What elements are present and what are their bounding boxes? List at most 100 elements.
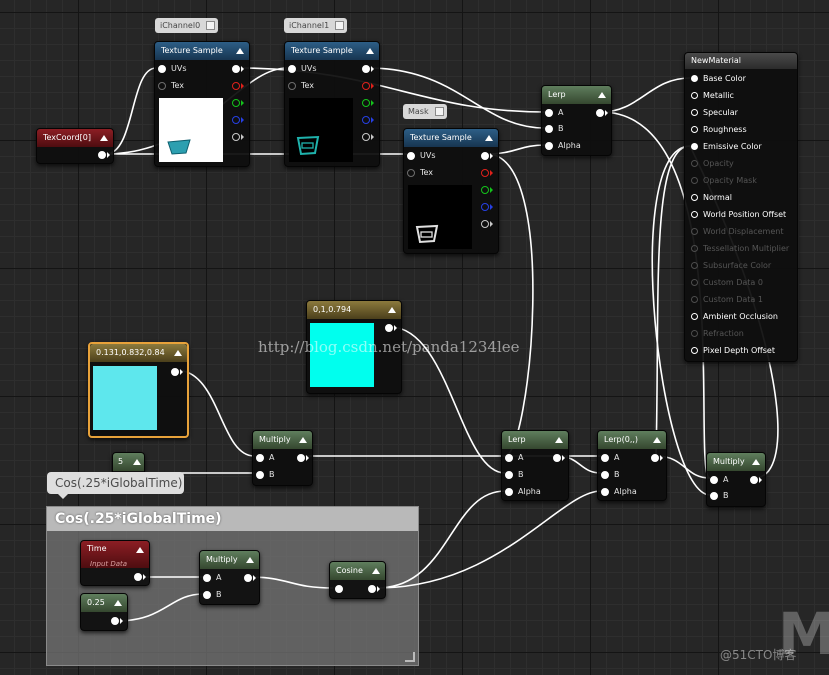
a-output-pin[interactable]: [362, 133, 370, 141]
input-pin-icon[interactable]: [601, 471, 609, 479]
collapse-arrow-icon[interactable]: [752, 459, 760, 465]
constant3-light-output-pin[interactable]: [171, 368, 179, 376]
input-pin-icon[interactable]: [505, 471, 513, 479]
tag-edit-icon[interactable]: [335, 21, 345, 30]
a-output-pin[interactable]: [232, 133, 240, 141]
input-pin-icon[interactable]: [691, 228, 698, 235]
comment-group-title[interactable]: Cos(.25*iGlobalTime): [47, 507, 418, 531]
texture-sample-1-header[interactable]: Texture Sample: [155, 42, 249, 60]
g-output-pin[interactable]: [232, 99, 240, 107]
input-pin-icon[interactable]: [691, 245, 698, 252]
multiply-1-header[interactable]: Multiply: [253, 431, 312, 449]
input-pin-icon[interactable]: [256, 454, 264, 462]
cosine-node[interactable]: Cosine: [329, 561, 386, 599]
collapse-arrow-icon[interactable]: [366, 48, 374, 54]
input-pin-icon[interactable]: [691, 92, 698, 99]
material-result-node[interactable]: NewMaterial Base Color Metallic Specular Ro…: [684, 52, 798, 362]
input-pin-icon[interactable]: [545, 142, 553, 150]
lerp-top-header[interactable]: Lerp: [542, 86, 611, 104]
constant3-cyan-header[interactable]: 0,1,0.794: [307, 301, 401, 319]
input-pin-icon[interactable]: [288, 82, 296, 90]
texture-sample-3-header[interactable]: Texture Sample: [404, 129, 498, 147]
input-pin-icon[interactable]: [601, 488, 609, 496]
constant3-light-node[interactable]: 0.131,0.832,0.84: [88, 342, 189, 438]
time-output-pin[interactable]: [134, 573, 142, 581]
input-pin-icon[interactable]: [601, 454, 609, 462]
lerp-0-header[interactable]: Lerp(0,,): [598, 431, 666, 449]
collapse-arrow-icon[interactable]: [174, 350, 182, 356]
multiply-1-output-pin[interactable]: [297, 454, 305, 462]
r-output-pin[interactable]: [362, 82, 370, 90]
ichannel0-tag[interactable]: iChannel0: [155, 18, 219, 33]
tag-edit-icon[interactable]: [434, 107, 444, 116]
b-output-pin[interactable]: [232, 116, 240, 124]
multiply-node-final[interactable]: Multiply A B: [706, 452, 766, 507]
texture-sample-node-3[interactable]: Texture Sample UVs Tex: [403, 128, 499, 254]
multiply-node-1[interactable]: Multiply A B: [252, 430, 313, 486]
collapse-arrow-icon[interactable]: [388, 307, 396, 313]
multiply-time-output-pin[interactable]: [244, 574, 252, 582]
collapse-arrow-icon[interactable]: [653, 437, 661, 443]
input-pin-icon[interactable]: [710, 476, 718, 484]
collapse-arrow-icon[interactable]: [236, 48, 244, 54]
collapse-arrow-icon[interactable]: [114, 600, 122, 606]
input-pin-icon[interactable]: [158, 82, 166, 90]
cosine-input-pin[interactable]: [335, 585, 343, 593]
input-pin-icon[interactable]: [691, 211, 698, 218]
multiply-final-output-pin[interactable]: [750, 476, 758, 484]
lerp-node-mid[interactable]: Lerp A B Alpha: [501, 430, 569, 501]
input-pin-icon[interactable]: [691, 313, 698, 320]
input-pin-icon[interactable]: [407, 169, 415, 177]
input-pin-icon[interactable]: [505, 454, 513, 462]
time-node[interactable]: Time Input Data: [80, 540, 150, 586]
resize-handle-icon[interactable]: [405, 652, 415, 662]
input-pin-icon[interactable]: [691, 279, 698, 286]
texcoord-output-pin[interactable]: [98, 151, 106, 159]
lerp-top-output-pin[interactable]: [596, 109, 604, 117]
constant-5-header[interactable]: 5: [113, 453, 144, 471]
input-pin-icon[interactable]: [710, 492, 718, 500]
constant-025-output-pin[interactable]: [111, 617, 119, 625]
time-node-header[interactable]: Time Input Data: [81, 541, 149, 568]
input-pin-icon[interactable]: [691, 330, 698, 337]
input-pin-icon[interactable]: [545, 109, 553, 117]
input-pin-icon[interactable]: [545, 125, 553, 133]
r-output-pin[interactable]: [232, 82, 240, 90]
ichannel1-tag[interactable]: iChannel1: [284, 18, 348, 33]
constant-025-header[interactable]: 0.25: [81, 594, 127, 612]
rgb-output-pin[interactable]: [232, 65, 240, 73]
input-pin-icon[interactable]: [691, 109, 698, 116]
multiply-final-header[interactable]: Multiply: [707, 453, 765, 471]
tag-edit-icon[interactable]: [206, 21, 216, 30]
input-pin-icon[interactable]: [691, 177, 698, 184]
r-output-pin[interactable]: [481, 169, 489, 177]
input-pin-icon[interactable]: [691, 143, 698, 150]
texture-sample-node-2[interactable]: Texture Sample UVs Tex: [284, 41, 380, 167]
input-pin-icon[interactable]: [256, 471, 264, 479]
material-node-header[interactable]: NewMaterial: [685, 53, 797, 69]
rgb-output-pin[interactable]: [481, 152, 489, 160]
g-output-pin[interactable]: [481, 186, 489, 194]
input-pin-icon[interactable]: [691, 126, 698, 133]
constant-025-node[interactable]: 0.25: [80, 593, 128, 631]
input-pin-icon[interactable]: [158, 65, 166, 73]
collapse-arrow-icon[interactable]: [555, 437, 563, 443]
g-output-pin[interactable]: [362, 99, 370, 107]
b-output-pin[interactable]: [362, 116, 370, 124]
collapse-arrow-icon[interactable]: [136, 547, 144, 553]
multiply-time-header[interactable]: Multiply: [200, 551, 259, 569]
cosine-header[interactable]: Cosine: [330, 562, 385, 580]
input-pin-icon[interactable]: [203, 591, 211, 599]
collapse-arrow-icon[interactable]: [100, 135, 108, 141]
input-pin-icon[interactable]: [691, 347, 698, 354]
input-pin-icon[interactable]: [288, 65, 296, 73]
collapse-arrow-icon[interactable]: [485, 135, 493, 141]
lerp-node-top[interactable]: Lerp A B Alpha: [541, 85, 612, 156]
b-output-pin[interactable]: [481, 203, 489, 211]
collapse-arrow-icon[interactable]: [598, 92, 606, 98]
comment-bubble[interactable]: Cos(.25*iGlobalTime): [47, 472, 184, 494]
texcoord-node[interactable]: TexCoord[0]: [36, 128, 114, 164]
lerp-mid-output-pin[interactable]: [553, 454, 561, 462]
lerp-0-output-pin[interactable]: [651, 454, 659, 462]
input-pin-icon[interactable]: [407, 152, 415, 160]
